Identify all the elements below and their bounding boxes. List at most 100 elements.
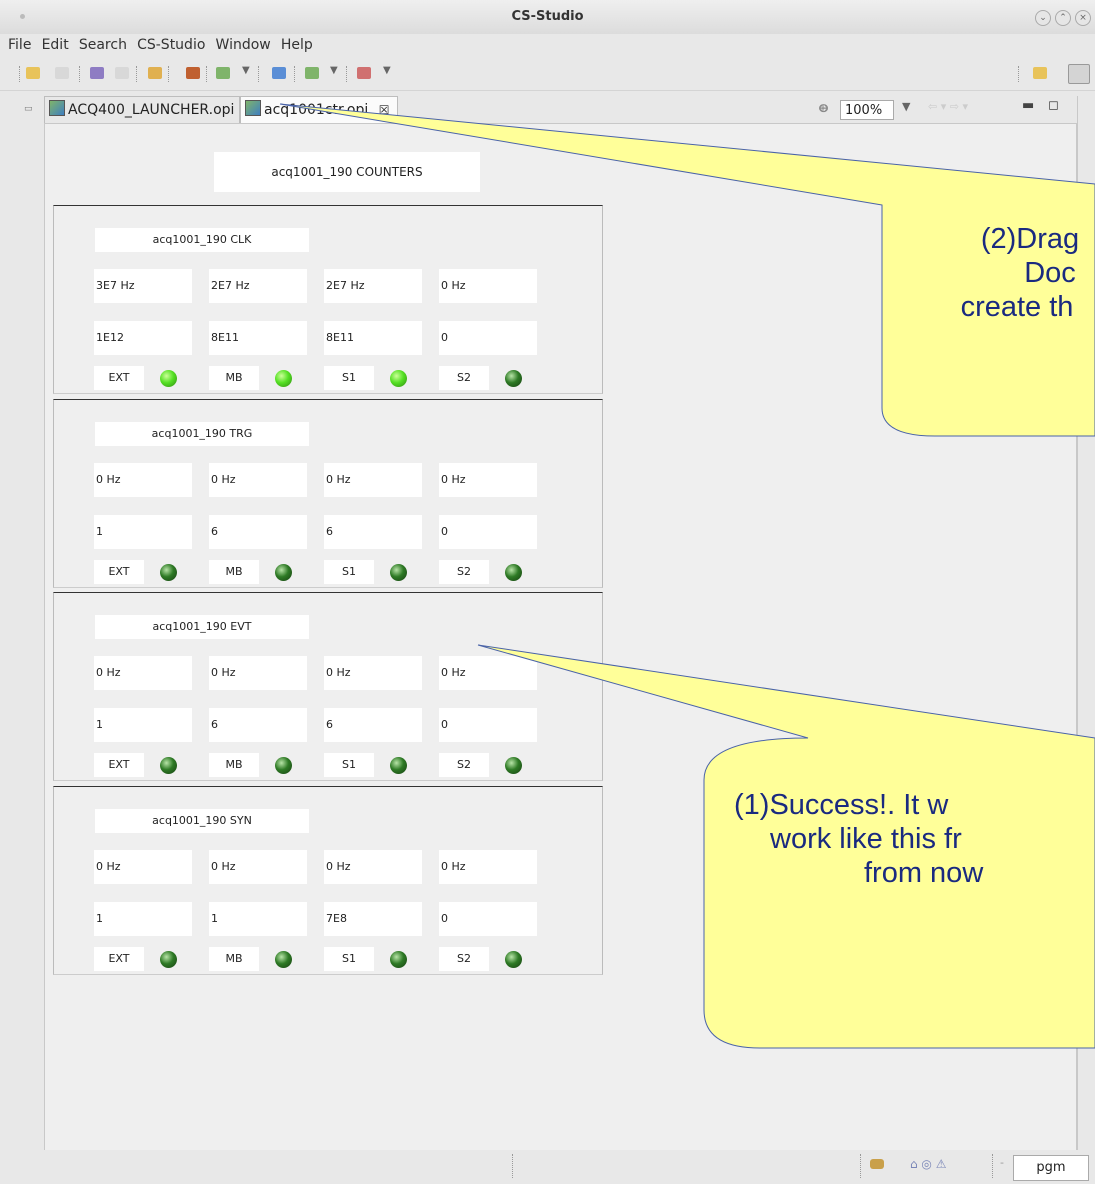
status-separator <box>860 1154 861 1178</box>
status-led-icon <box>275 370 292 387</box>
led-label: S2 <box>439 753 489 777</box>
toolbar-separator <box>136 66 138 82</box>
callout-1-text: (1)Success!. It w work like this fr from… <box>734 788 1095 890</box>
status-led-icon <box>390 951 407 968</box>
menu-help[interactable]: Help <box>281 34 313 53</box>
opi-file-icon <box>49 100 65 116</box>
edit-icon[interactable] <box>115 67 129 79</box>
callout-2-text: (2)Drag Doc create th <box>930 222 1095 324</box>
menu-edit[interactable]: Edit <box>42 34 69 53</box>
editor-tabbar: ▭ ACQ400_LAUNCHER.opi acq1001ctr.opi ☒ ⊕… <box>0 96 1095 123</box>
maximize-icon[interactable]: ⌃ <box>1055 10 1071 26</box>
led-label: MB <box>209 947 259 971</box>
status-dash: - <box>1000 1156 1004 1169</box>
zoom-out-icon[interactable]: ⊖ <box>819 101 829 115</box>
close-icon[interactable]: × <box>1075 10 1091 26</box>
run-icon[interactable] <box>90 67 104 79</box>
close-tab-icon[interactable]: ☒ <box>379 103 390 117</box>
minimize-icon[interactable]: ⌄ <box>1035 10 1051 26</box>
tab-acq400-launcher[interactable]: ACQ400_LAUNCHER.opi <box>44 96 240 123</box>
count-readout: 1 <box>209 902 307 936</box>
undo-icon[interactable]: ⇦ ▾ ⇨ ▾ <box>928 100 968 113</box>
display-icon[interactable] <box>216 67 230 79</box>
toolbar-separator <box>79 66 81 82</box>
frequency-readout: 0 Hz <box>94 656 192 690</box>
menu-file[interactable]: File <box>8 34 31 53</box>
led-label: S1 <box>324 753 374 777</box>
status-led-icon <box>505 564 522 581</box>
tab-label: acq1001ctr.opi <box>264 102 369 118</box>
chevron-down-icon[interactable]: ▼ <box>330 65 338 76</box>
perspective-pgm[interactable]: pgm <box>1013 1155 1089 1181</box>
probe-icon[interactable] <box>186 67 200 79</box>
status-led-icon <box>390 564 407 581</box>
frequency-readout: 0 Hz <box>324 656 422 690</box>
chevron-down-icon[interactable]: ▼ <box>242 65 250 76</box>
fastview-icon[interactable] <box>870 1159 884 1169</box>
count-readout: 1E12 <box>94 321 192 355</box>
plot-icon[interactable] <box>305 67 319 79</box>
led-label: S1 <box>324 947 374 971</box>
opi-file-icon <box>245 100 261 116</box>
maximize-view-icon[interactable]: ◻ <box>1048 98 1059 113</box>
zoom-combo[interactable]: 100% <box>840 100 894 120</box>
save-icon[interactable] <box>55 67 69 79</box>
main-toolbar: ▼ ▼ ▼ <box>0 58 1095 91</box>
frequency-readout: 0 Hz <box>94 850 192 884</box>
count-readout: 6 <box>209 515 307 549</box>
frequency-readout: 0 Hz <box>209 656 307 690</box>
count-readout: 0 <box>439 902 537 936</box>
frequency-readout: 2E7 Hz <box>324 269 422 303</box>
toolbar-separator <box>1018 66 1020 82</box>
frequency-readout: 0 Hz <box>439 269 537 303</box>
count-readout: 0 <box>439 708 537 742</box>
status-led-icon <box>505 757 522 774</box>
status-led-icon <box>160 370 177 387</box>
led-label: EXT <box>94 753 144 777</box>
callout-1-line: from now <box>864 857 984 889</box>
section-title: acq1001_190 EVT <box>95 615 309 639</box>
open-perspective-icon[interactable] <box>1033 67 1047 79</box>
count-readout: 8E11 <box>324 321 422 355</box>
status-led-icon <box>275 757 292 774</box>
chevron-down-icon[interactable]: ▼ <box>383 65 391 76</box>
perspective-icon[interactable] <box>1068 64 1090 84</box>
status-separator <box>992 1154 993 1178</box>
toolbar-separator <box>294 66 296 82</box>
section-title: acq1001_190 SYN <box>95 809 309 833</box>
frequency-readout: 0 Hz <box>94 463 192 497</box>
toolbar-separator <box>346 66 348 82</box>
frequency-readout: 0 Hz <box>324 463 422 497</box>
callout-1-line: work like this fr <box>770 823 962 855</box>
toolbar-separator <box>206 66 208 82</box>
section-title: acq1001_190 CLK <box>95 228 309 252</box>
status-led-icon <box>390 370 407 387</box>
counter-section: acq1001_190 CLK 3E7 Hz 2E7 Hz 2E7 Hz 0 Hz 1E1… <box>53 205 603 394</box>
led-label: EXT <box>94 947 144 971</box>
count-readout: 7E8 <box>324 902 422 936</box>
minimize-view-icon[interactable]: ▬ <box>1022 98 1034 113</box>
status-led-icon <box>160 757 177 774</box>
counter-section: acq1001_190 SYN 0 Hz 0 Hz 0 Hz 0 Hz 1 1 7E8 0 EXT… <box>53 786 603 975</box>
status-led-icon <box>160 564 177 581</box>
databrowser-icon[interactable] <box>272 67 286 79</box>
restore-icon[interactable]: ▭ <box>24 104 33 114</box>
status-led-icon <box>390 757 407 774</box>
menu-search[interactable]: Search <box>79 34 127 53</box>
frequency-readout: 0 Hz <box>439 463 537 497</box>
pv-tool-icon[interactable] <box>357 67 371 79</box>
led-label: EXT <box>94 560 144 584</box>
opi-editor-icon[interactable] <box>148 67 162 79</box>
frequency-readout: 0 Hz <box>324 850 422 884</box>
new-opi-icon[interactable] <box>26 67 40 79</box>
zoom-dropdown-icon[interactable]: ▼ <box>902 100 910 113</box>
heap-icon[interactable]: ⌂ ◎ ⚠ <box>910 1157 946 1171</box>
menu-cs-studio[interactable]: CS-Studio <box>137 34 205 53</box>
count-readout: 0 <box>439 515 537 549</box>
frequency-readout: 3E7 Hz <box>94 269 192 303</box>
led-label: S1 <box>324 366 374 390</box>
tab-acq1001ctr[interactable]: acq1001ctr.opi ☒ <box>240 96 398 123</box>
status-led-icon <box>505 951 522 968</box>
status-led-icon <box>275 951 292 968</box>
menu-window[interactable]: Window <box>216 34 271 53</box>
